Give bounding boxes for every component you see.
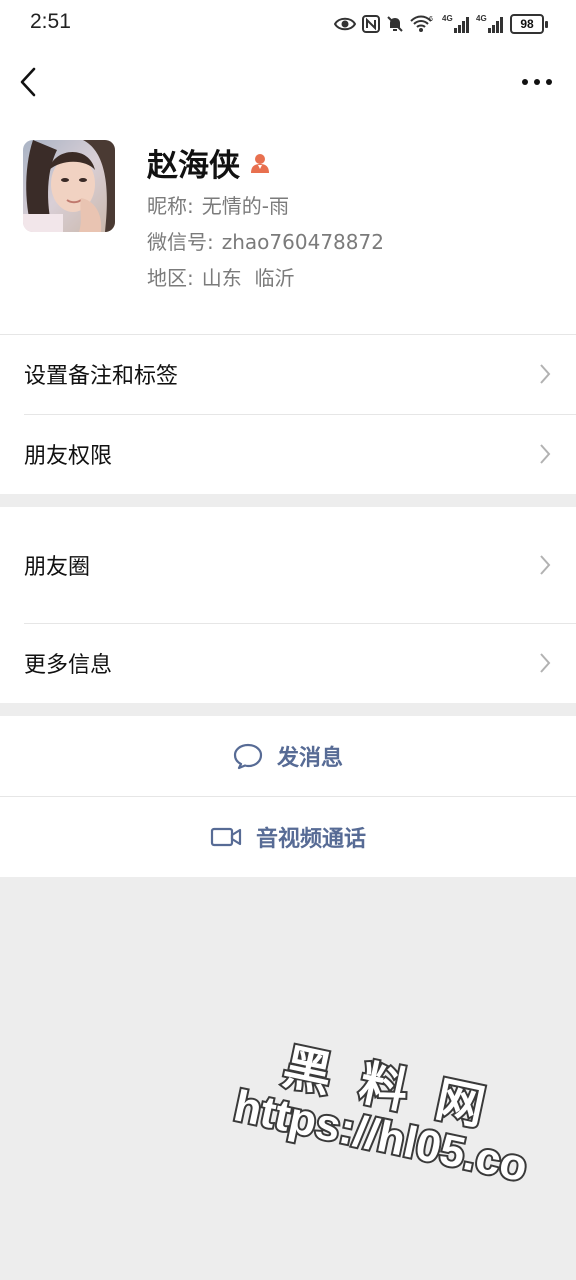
chat-bubble-icon	[233, 743, 263, 770]
profile-card: 赵海侠 昵称: 无情的-雨 微信号: zhao760478872 地区: 山东 临沂	[0, 120, 576, 334]
chevron-right-icon	[540, 653, 551, 673]
wechat-id-label: 微信号:	[147, 230, 214, 254]
nickname-label: 昵称:	[147, 194, 194, 218]
svg-text:4G: 4G	[476, 14, 487, 23]
menu-group-contact: 设置备注和标签 朋友权限	[0, 334, 576, 494]
contact-name: 赵海侠	[147, 148, 240, 184]
menu-item-moments[interactable]: 朋友圈	[0, 507, 576, 623]
video-call-button[interactable]: 音视频通话	[0, 797, 576, 877]
status-time: 2:51	[30, 10, 71, 33]
svg-text:4G: 4G	[442, 14, 453, 23]
chevron-right-icon	[540, 555, 551, 575]
send-message-button[interactable]: 发消息	[0, 716, 576, 796]
status-icons: 6 4G 4G 98	[334, 12, 548, 36]
chevron-right-icon	[540, 364, 551, 384]
wechat-id-value[interactable]: zhao760478872	[222, 230, 384, 254]
wechat-id-line: 微信号: zhao760478872	[147, 226, 384, 255]
battery-indicator: 98	[510, 14, 548, 34]
menu-item-label: 朋友圈	[24, 555, 91, 580]
menu-item-label: 朋友权限	[24, 444, 113, 469]
wifi-icon: 6	[410, 15, 433, 32]
region-label: 地区:	[147, 266, 194, 290]
eye-icon	[334, 17, 356, 31]
menu-item-more-info[interactable]: 更多信息	[0, 623, 576, 703]
send-message-label: 发消息	[276, 746, 343, 771]
battery-level: 98	[510, 14, 544, 34]
svg-text:6: 6	[429, 16, 433, 23]
nav-bar	[0, 48, 576, 120]
more-dots-icon	[522, 79, 552, 85]
watermark: 黑料网 https://hl05.co	[214, 1019, 567, 1271]
region-value: 山东 临沂	[201, 266, 295, 290]
chevron-right-icon	[540, 444, 551, 464]
menu-group-moments: 朋友圈 更多信息	[0, 507, 576, 703]
avatar-image	[23, 140, 115, 232]
name-row: 赵海侠	[147, 140, 272, 185]
video-call-label: 音视频通话	[255, 827, 366, 852]
nfc-icon	[362, 15, 380, 33]
menu-item-label: 更多信息	[24, 653, 113, 678]
mute-bell-icon	[387, 16, 403, 32]
region-line: 地区: 山东 临沂	[147, 262, 294, 291]
more-button[interactable]	[520, 72, 554, 92]
status-bar: 2:51 6 4G 4G 98	[0, 0, 576, 48]
nickname-value: 无情的-雨	[201, 194, 289, 218]
menu-item-label: 设置备注和标签	[24, 364, 179, 389]
chevron-left-icon	[20, 67, 36, 97]
signal-4g-icon: 4G	[442, 14, 469, 33]
nickname-line: 昵称: 无情的-雨	[147, 190, 289, 219]
avatar[interactable]	[23, 140, 115, 232]
back-button[interactable]	[14, 64, 46, 100]
menu-item-friend-permissions[interactable]: 朋友权限	[0, 414, 576, 494]
video-camera-icon	[210, 827, 242, 847]
menu-item-remark-tags[interactable]: 设置备注和标签	[0, 334, 576, 414]
signal-4g-icon: 4G	[476, 14, 503, 33]
contact-badge-icon	[251, 153, 269, 173]
